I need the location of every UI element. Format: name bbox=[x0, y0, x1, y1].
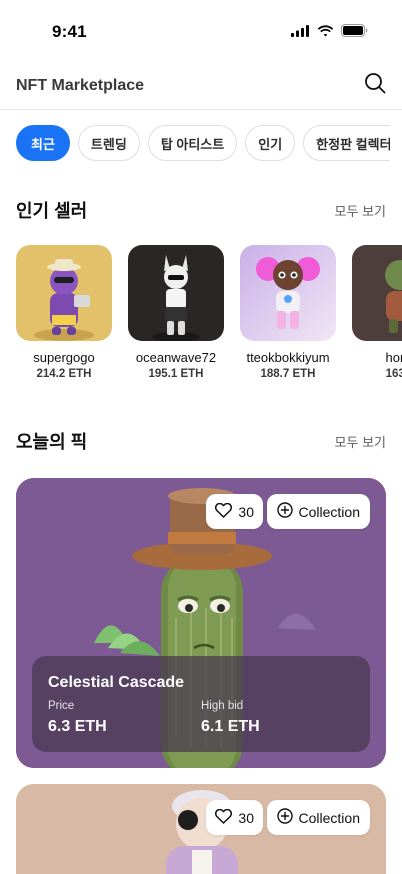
status-time: 9:41 bbox=[52, 22, 87, 41]
like-button[interactable]: 30 bbox=[206, 494, 263, 529]
price-column: Price 6.3 ETH bbox=[48, 700, 201, 736]
seller-item[interactable]: hong 163.2 bbox=[352, 245, 402, 395]
seller-avatar bbox=[240, 245, 336, 341]
add-to-collection-button[interactable]: Collection bbox=[266, 494, 370, 529]
price-label: Price bbox=[48, 700, 75, 712]
chip-trending[interactable]: 트렌딩 bbox=[77, 125, 140, 161]
seller-avatar bbox=[352, 245, 402, 341]
app-header: NFT Marketplace bbox=[0, 62, 402, 110]
high-bid-column: High bid 6.1 ETH bbox=[201, 700, 354, 736]
collection-label: Collection bbox=[298, 503, 360, 520]
like-count: 30 bbox=[238, 503, 254, 520]
like-count: 30 bbox=[238, 809, 254, 826]
high-bid-value: 6.1 ETH bbox=[201, 718, 260, 735]
plus-circle-icon bbox=[276, 808, 293, 827]
wifi-icon bbox=[317, 24, 334, 42]
seller-volume: 214.2 ETH bbox=[36, 368, 92, 380]
nft-card[interactable]: 30 Collection Celestial Cascade Price 6.… bbox=[16, 478, 386, 768]
high-bid-label: High bid bbox=[201, 700, 244, 712]
chip-recent[interactable]: 최근 bbox=[16, 125, 70, 161]
seller-avatar bbox=[16, 245, 112, 341]
seller-avatar bbox=[128, 245, 224, 341]
chip-limited-collectibles[interactable]: 한정판 컬렉터블 bbox=[303, 125, 390, 161]
seller-list: supergogo 214.2 ETH oceanwave72 195.1 ET… bbox=[16, 245, 402, 395]
search-icon bbox=[364, 72, 386, 99]
add-to-collection-button[interactable]: Collection bbox=[266, 800, 370, 835]
plus-circle-icon bbox=[276, 502, 293, 521]
seller-name: tteokbokkiyum bbox=[246, 350, 330, 365]
seller-volume: 195.1 ETH bbox=[148, 368, 204, 380]
chip-top-artists[interactable]: 탑 아티스트 bbox=[147, 125, 238, 161]
seller-name: oceanwave72 bbox=[135, 350, 217, 365]
heart-icon bbox=[215, 808, 233, 827]
popular-sellers-view-all[interactable]: 모두 보기 bbox=[335, 201, 386, 220]
collection-label: Collection bbox=[298, 809, 360, 826]
chip-popular[interactable]: 인기 bbox=[245, 125, 296, 161]
like-button[interactable]: 30 bbox=[206, 800, 263, 835]
heart-icon bbox=[215, 502, 233, 521]
filter-chips: 최근 트렌딩 탑 아티스트 인기 한정판 컬렉터블 bbox=[16, 125, 390, 163]
popular-sellers-title: 인기 셀러 bbox=[16, 201, 88, 221]
seller-item[interactable]: oceanwave72 195.1 ETH bbox=[128, 245, 224, 395]
seller-name: supergogo bbox=[33, 350, 95, 365]
seller-volume: 188.7 ETH bbox=[260, 368, 316, 380]
todays-pick-view-all[interactable]: 모두 보기 bbox=[335, 432, 386, 451]
status-bar: 9:41 bbox=[0, 0, 402, 62]
todays-pick-title: 오늘의 픽 bbox=[16, 432, 88, 452]
seller-item[interactable]: tteokbokkiyum 188.7 ETH bbox=[240, 245, 336, 395]
seller-item[interactable]: supergogo 214.2 ETH bbox=[16, 245, 112, 395]
page-title: NFT Marketplace bbox=[16, 77, 145, 94]
price-value: 6.3 ETH bbox=[48, 718, 107, 735]
seller-volume: 163.2 bbox=[385, 368, 402, 380]
nft-card[interactable]: 30 Collection bbox=[16, 784, 386, 874]
battery-icon bbox=[341, 24, 368, 42]
cellular-signal-icon bbox=[291, 24, 310, 42]
nft-price-row: Price 6.3 ETH High bid 6.1 ETH bbox=[48, 700, 354, 736]
search-button[interactable] bbox=[362, 72, 388, 98]
nft-title: Celestial Cascade bbox=[48, 674, 185, 691]
nft-info-panel: Celestial Cascade Price 6.3 ETH High bid… bbox=[32, 656, 370, 752]
status-icons bbox=[291, 24, 368, 42]
seller-name: hong bbox=[385, 350, 402, 365]
